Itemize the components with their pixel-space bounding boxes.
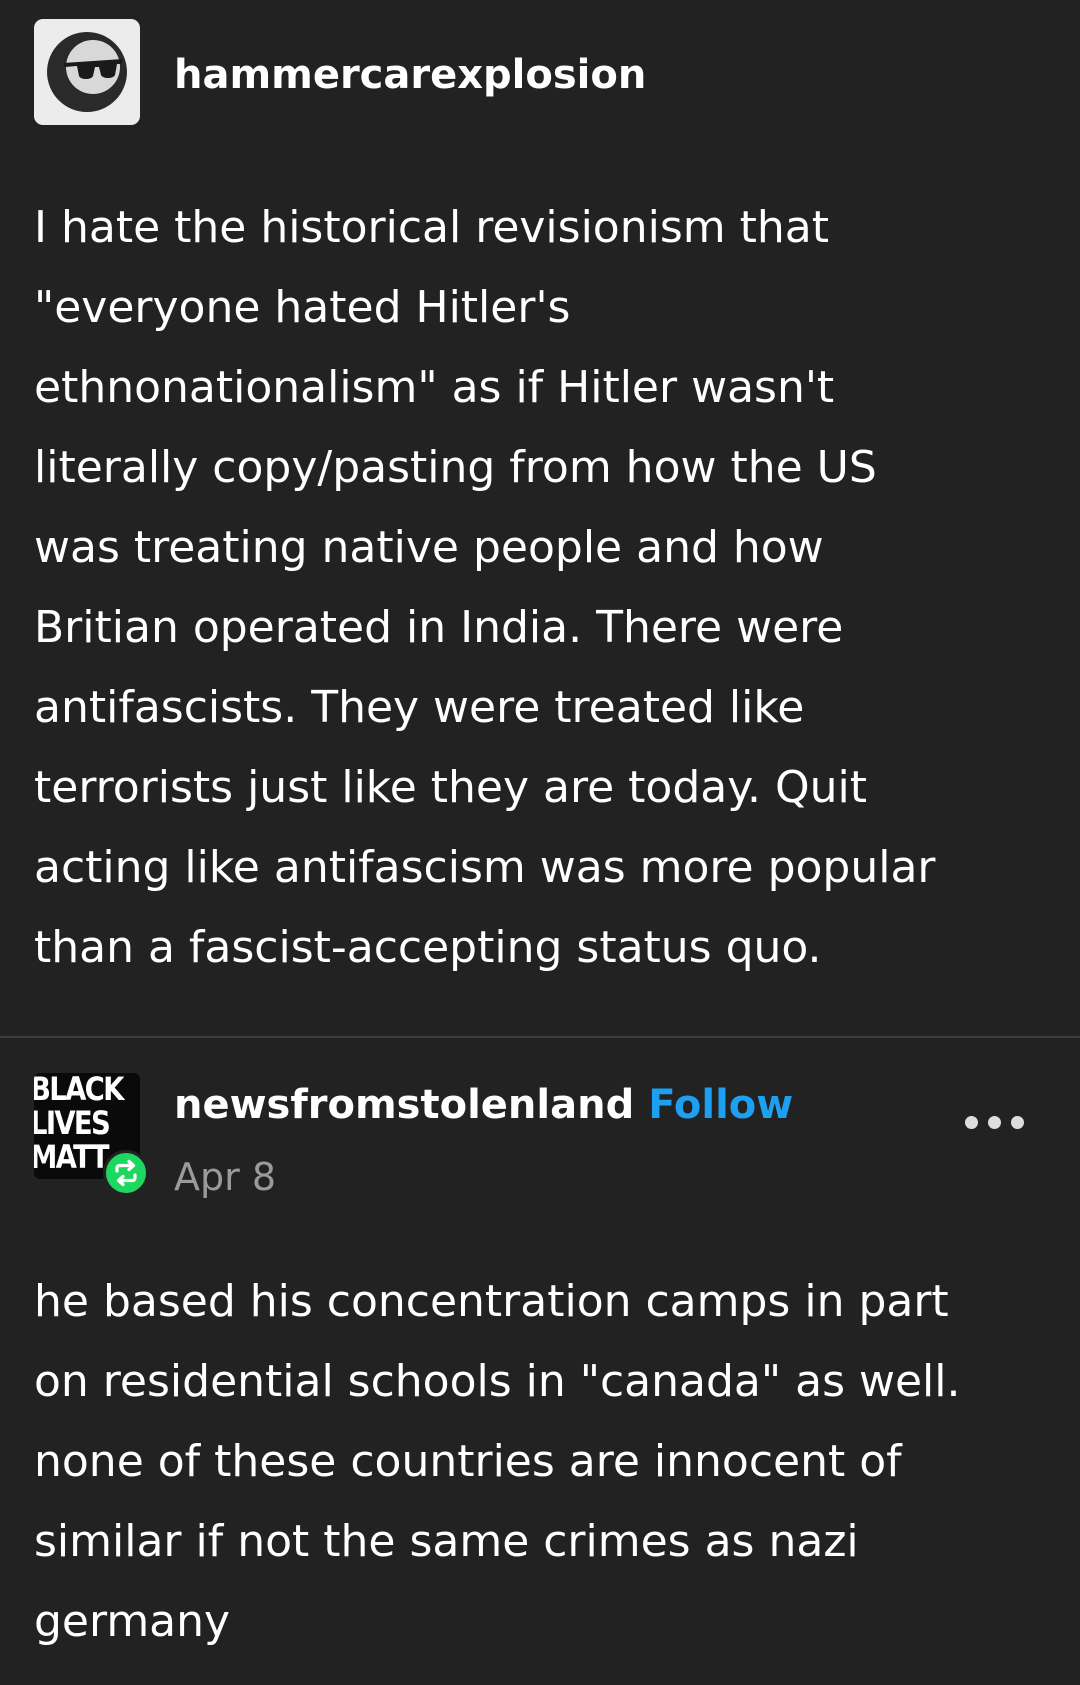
avatar-text: BLACK <box>34 1073 124 1108</box>
post-body: I hate the historical revisionism that "… <box>34 188 1044 988</box>
post-body-line: "everyone hated Hitler's <box>34 282 571 333</box>
post-body-line: ethnonationalism" as if Hitler wasn't <box>34 362 835 413</box>
post-body-line: acting like antifascism was more popular <box>34 842 936 893</box>
post-body-line: I hate the historical revisionism that <box>34 202 829 253</box>
post-date: Apr 8 <box>174 1155 276 1199</box>
more-options-icon[interactable] <box>965 1116 1024 1129</box>
follow-button[interactable]: Follow <box>648 1082 793 1128</box>
post-divider <box>0 1036 1080 1038</box>
username[interactable]: hammercarexplosion <box>174 52 646 98</box>
username[interactable]: newsfromstolenland <box>174 1082 634 1128</box>
post-author-row: newsfromstolenland Follow <box>174 1082 793 1128</box>
menu-dot <box>965 1116 978 1129</box>
post-body-line: similar if not the same crimes as nazi <box>34 1516 859 1567</box>
post-body-line: on residential schools in "canada" as we… <box>34 1356 961 1407</box>
menu-dot <box>1011 1116 1024 1129</box>
post-body: he based his concentration camps in part… <box>34 1262 1044 1662</box>
post-body-line: he based his concentration camps in part <box>34 1276 949 1327</box>
post-body-line: literally copy/pasting from how the US <box>34 442 877 493</box>
avatar[interactable] <box>34 19 140 125</box>
avatar-text: LIVES <box>34 1104 111 1142</box>
menu-dot <box>988 1116 1001 1129</box>
post-header <box>34 19 140 125</box>
post-body-line: terrorists just like they are today. Qui… <box>34 762 867 813</box>
post-body-line: was treating native people and how <box>34 522 824 573</box>
reblog-icon <box>103 1150 149 1196</box>
post-body-line: none of these countries are innocent of <box>34 1436 902 1487</box>
post-body-line: Britian operated in India. There were <box>34 602 844 653</box>
sunglasses-face-icon <box>47 32 127 112</box>
avatar-text: MATT <box>34 1138 110 1176</box>
post-body-line: than a fascist-accepting status quo. <box>34 922 822 973</box>
post-body-line: germany <box>34 1596 231 1647</box>
post-body-line: antifascists. They were treated like <box>34 682 805 733</box>
